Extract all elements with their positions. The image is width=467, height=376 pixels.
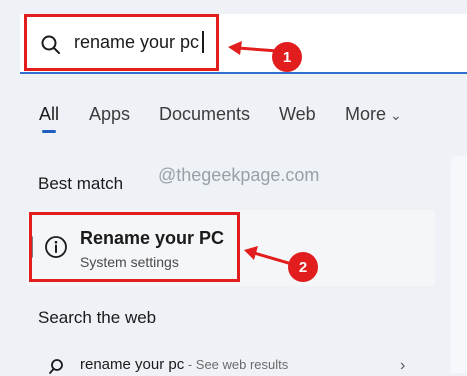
best-match-heading: Best match — [38, 174, 124, 193]
annotation-arrow-2 — [244, 246, 292, 266]
tab-more-label: More — [345, 104, 387, 124]
chevron-down-icon: ⌄ — [390, 106, 402, 123]
search-highlight-box — [24, 14, 219, 71]
search-web-heading: Search the web — [38, 308, 157, 327]
chevron-right-icon[interactable]: › — [400, 357, 405, 375]
tab-apps[interactable]: Apps — [89, 104, 130, 125]
tab-all[interactable]: All — [39, 104, 59, 125]
preview-pane-edge — [451, 156, 467, 373]
web-result-query: rename your pc — [80, 356, 185, 373]
web-result-suffix: - See web results — [184, 357, 289, 372]
tab-documents[interactable]: Documents — [159, 104, 250, 125]
annotation-badge-1: 1 — [272, 42, 302, 72]
tab-web[interactable]: Web — [279, 104, 316, 125]
web-search-icon — [49, 359, 63, 374]
tab-more[interactable]: More ⌄ — [345, 104, 402, 125]
watermark: @thegeekpage.com — [158, 165, 320, 185]
annotation-badge-2: 2 — [288, 252, 318, 282]
annotation-arrow-1 — [228, 41, 278, 55]
web-result-item[interactable]: rename your pc - See web results — [80, 356, 288, 373]
result-highlight-box — [29, 212, 240, 282]
active-tab-indicator — [42, 130, 56, 133]
